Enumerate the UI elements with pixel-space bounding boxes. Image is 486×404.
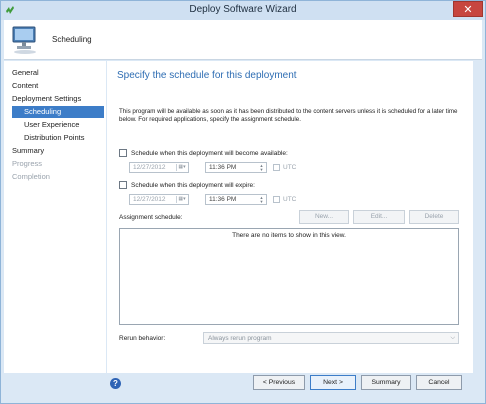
- rerun-behavior-label: Rerun behavior:: [119, 335, 166, 342]
- next-button[interactable]: Next >: [310, 375, 356, 390]
- expire-time-value: 11:36 PM: [209, 196, 237, 203]
- assignment-schedule-list[interactable]: There are no items to show in this view.: [119, 228, 459, 325]
- sidebar-item-user-experience[interactable]: User Experience: [24, 119, 104, 131]
- description-text: This program will be available as soon a…: [119, 108, 458, 123]
- sidebar-item-completion: Completion: [12, 172, 50, 181]
- delete-schedule-button[interactable]: Delete: [409, 210, 459, 224]
- available-label: Schedule when this deployment will becom…: [131, 149, 288, 157]
- sidebar-nav: General Content Deployment Settings Sche…: [4, 61, 106, 373]
- available-time-picker[interactable]: 11:36 PM ▲ ▼: [205, 162, 267, 173]
- sidebar-item-content[interactable]: Content: [12, 80, 102, 92]
- available-utc-checkbox[interactable]: [273, 164, 280, 171]
- main-panel: Specify the schedule for this deployment…: [107, 61, 473, 373]
- expire-utc-checkbox[interactable]: [273, 196, 280, 203]
- expire-schedule-row: Schedule when this deployment will expir…: [119, 180, 255, 190]
- time-spinner-icon[interactable]: ▲ ▼: [258, 196, 265, 204]
- rerun-behavior-value: Always rerun program: [208, 335, 272, 342]
- page-title: Specify the schedule for this deployment: [117, 70, 297, 81]
- title-bar: Deploy Software Wizard ✕: [1, 1, 485, 20]
- cancel-button[interactable]: Cancel: [416, 375, 462, 390]
- expire-time-picker[interactable]: 11:36 PM ▲ ▼: [205, 194, 267, 205]
- expire-checkbox[interactable]: [119, 181, 127, 189]
- time-spinner-icon[interactable]: ▲ ▼: [258, 164, 265, 172]
- available-time-value: 11:36 PM: [209, 164, 237, 171]
- available-checkbox[interactable]: [119, 149, 127, 157]
- available-date-picker[interactable]: 12/27/2012 ▦▾: [129, 162, 189, 173]
- window-title: Deploy Software Wizard: [189, 4, 297, 15]
- sidebar-item-distribution-points[interactable]: Distribution Points: [24, 132, 104, 144]
- close-button[interactable]: ✕: [453, 1, 483, 17]
- help-icon[interactable]: ?: [110, 378, 121, 389]
- expire-date-value: 12/27/2012: [133, 196, 166, 203]
- expire-utc-label: UTC: [283, 196, 297, 203]
- previous-button[interactable]: < Previous: [253, 375, 305, 390]
- sidebar-item-general[interactable]: General: [12, 67, 102, 79]
- assignment-schedule-label: Assignment schedule:: [119, 214, 183, 221]
- sidebar-item-deployment-settings[interactable]: Deployment Settings: [12, 93, 102, 105]
- computer-monitor-icon: [12, 26, 36, 54]
- header-title: Scheduling: [52, 35, 92, 44]
- expire-date-picker[interactable]: 12/27/2012 ▦▾: [129, 194, 189, 205]
- available-schedule-row: Schedule when this deployment will becom…: [119, 148, 288, 158]
- calendar-dropdown-icon[interactable]: ▦▾: [176, 164, 187, 171]
- wizard-header: Scheduling: [4, 20, 482, 60]
- calendar-dropdown-icon[interactable]: ▦▾: [176, 196, 187, 203]
- summary-button[interactable]: Summary: [361, 375, 411, 390]
- empty-list-message: There are no items to show in this view.: [232, 232, 346, 239]
- expire-label: Schedule when this deployment will expir…: [131, 181, 255, 189]
- new-schedule-button[interactable]: New...: [299, 210, 349, 224]
- expire-utc-row: UTC: [273, 196, 296, 203]
- sidebar-item-summary[interactable]: Summary: [12, 145, 102, 157]
- available-date-value: 12/27/2012: [133, 164, 166, 171]
- sidebar-item-progress: Progress: [12, 159, 43, 168]
- chevron-down-icon: ⌵: [450, 335, 455, 341]
- wizard-footer: ? < Previous Next > Summary Cancel: [4, 373, 482, 401]
- available-utc-row: UTC: [273, 164, 296, 171]
- available-utc-label: UTC: [283, 164, 297, 171]
- sidebar-item-scheduling[interactable]: Scheduling: [12, 106, 104, 118]
- edit-schedule-button[interactable]: Edit...: [353, 210, 405, 224]
- rerun-behavior-select[interactable]: Always rerun program ⌵: [203, 332, 459, 344]
- wizard-window: Deploy Software Wizard ✕ Scheduling Gene…: [0, 0, 486, 404]
